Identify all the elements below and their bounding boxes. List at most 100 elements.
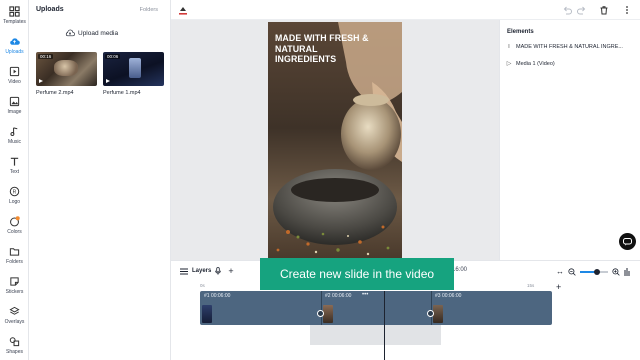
cloud-upload-icon <box>65 29 75 37</box>
music-icon <box>10 127 18 136</box>
image-icon <box>9 96 20 107</box>
clip-separator[interactable] <box>431 291 432 325</box>
trash-icon[interactable] <box>599 5 609 15</box>
cloud-upload-icon <box>10 38 20 45</box>
rail-overlays-label: Overlays <box>4 319 25 325</box>
clip-separator[interactable] <box>321 291 322 325</box>
thumbnail-art <box>54 60 78 76</box>
media-item[interactable]: 00:06 Perfume 1.mp4 <box>103 52 164 96</box>
media-thumbnail: 00:06 <box>103 52 164 86</box>
clip-more-icon[interactable]: ••• <box>362 292 368 298</box>
play-icon <box>106 79 110 83</box>
rail-music-label: Music <box>7 139 22 145</box>
rail-logo-label: Logo <box>8 199 21 205</box>
layers-icon <box>180 268 188 274</box>
video-track[interactable]: #1 00:06:00 #2 00:06:00 ••• #3 00:06:00 <box>200 291 552 325</box>
transition-icon[interactable] <box>317 310 324 317</box>
audio-bars-icon[interactable] <box>624 267 630 276</box>
layers-stack-icon <box>9 306 20 315</box>
rail-text-label: Text <box>9 169 20 175</box>
rail-image-label: Image <box>7 109 22 115</box>
rail-folders-label: Folders <box>6 259 23 265</box>
media-item[interactable]: 00:16 Perfume 2.mp4 <box>36 52 97 96</box>
transition-icon[interactable] <box>427 310 434 317</box>
palette-icon <box>10 216 20 227</box>
rail-video[interactable]: Video <box>0 66 29 85</box>
rail-colors[interactable]: Colors <box>0 216 29 235</box>
upload-media-label: Upload media <box>78 29 119 37</box>
zoom-slider[interactable] <box>580 268 608 275</box>
redo-icon[interactable] <box>577 5 587 15</box>
rail-image[interactable]: Image <box>0 96 29 115</box>
panel-title: Uploads <box>36 6 64 13</box>
ruler-label: 0s <box>200 283 205 288</box>
create-slide-tooltip: Create new slide in the video <box>260 258 454 290</box>
clip-thumbnail <box>202 305 212 323</box>
zoom-control: ↔ <box>556 267 630 276</box>
media-duration: 00:16 <box>38 54 54 59</box>
video-icon <box>9 66 20 77</box>
expand-arrow-icon: ▷ <box>506 61 512 67</box>
svg-text:R: R <box>13 189 17 195</box>
rail-templates[interactable]: Templates <box>0 6 29 25</box>
media-thumbnail: 00:16 <box>36 52 97 86</box>
clip-thumbnail <box>323 305 333 323</box>
clip-label: #1 00:06:00 <box>204 293 231 299</box>
elements-title: Elements <box>507 29 534 35</box>
chat-button[interactable] <box>619 233 636 250</box>
logo-icon: R <box>9 186 20 197</box>
play-icon <box>39 79 43 83</box>
more-vertical-icon[interactable] <box>622 5 632 15</box>
rail-folders[interactable]: Folders <box>0 246 29 265</box>
clip-label: #3 00:06:00 <box>435 293 462 299</box>
rail-stickers[interactable]: Stickers <box>0 276 29 295</box>
upload-media-button[interactable]: Upload media <box>65 28 118 38</box>
rail-logo[interactable]: R Logo <box>0 186 29 205</box>
canvas-area: MADE WITH FRESH & NATURAL INGREDIENTS <box>171 20 499 260</box>
element-row-text[interactable]: T MADE WITH FRESH & NATURAL INGRE... <box>506 44 636 50</box>
text-element-icon: T <box>507 44 511 50</box>
add-clip-icon[interactable]: + <box>556 282 561 292</box>
rail-uploads-label: Uploads <box>5 49 24 55</box>
thumbnail-art <box>129 58 141 78</box>
slide-heading-text[interactable]: MADE WITH FRESH & NATURAL INGREDIENTS <box>275 33 375 65</box>
rail-shapes-label: Shapes <box>6 349 23 355</box>
layers-label: Layers <box>192 268 212 274</box>
add-layer-icon[interactable]: + <box>228 266 233 276</box>
clip-label: #2 00:06:00 <box>325 293 352 299</box>
playhead[interactable] <box>384 291 385 360</box>
media-duration: 00:06 <box>105 54 121 59</box>
sticker-icon <box>10 277 19 286</box>
editor-app: Templates Uploads Video Image Music Text… <box>0 0 640 360</box>
media-name: Perfume 1.mp4 <box>103 90 141 96</box>
folders-tab[interactable]: Folders <box>140 7 158 13</box>
rail-colors-label: Colors <box>7 229 22 235</box>
chat-bubble-icon <box>623 237 632 246</box>
zoom-slider-knob[interactable] <box>593 268 600 275</box>
rail-shapes[interactable]: Shapes <box>0 336 29 355</box>
media-name: Perfume 2.mp4 <box>36 90 74 96</box>
rail-video-label: Video <box>8 79 21 85</box>
zoom-in-icon[interactable] <box>612 267 620 276</box>
microphone-icon[interactable] <box>215 267 222 275</box>
time-readout: 16:00 <box>452 267 468 273</box>
rail-text[interactable]: Text <box>0 156 29 175</box>
element-row-media[interactable]: ▷ Media 1 (Video) <box>506 60 636 68</box>
left-rail: Templates Uploads Video Image Music Text… <box>0 0 29 360</box>
layers-control[interactable]: Layers + <box>180 266 234 276</box>
top-toolbar <box>171 0 640 20</box>
clip-thumbnail <box>433 305 443 323</box>
rail-uploads[interactable]: Uploads <box>0 36 29 55</box>
rail-stickers-label: Stickers <box>5 289 24 295</box>
undo-icon[interactable] <box>562 5 572 15</box>
audio-track-placeholder[interactable] <box>310 325 441 345</box>
video-slide[interactable]: MADE WITH FRESH & NATURAL INGREDIENTS <box>268 22 402 258</box>
rail-templates-label: Templates <box>3 19 26 25</box>
element-label: Media 1 (Video) <box>516 60 555 67</box>
zoom-out-icon[interactable] <box>568 267 576 276</box>
element-label: MADE WITH FRESH & NATURAL INGRE... <box>516 44 623 50</box>
fit-width-icon[interactable]: ↔ <box>556 267 564 276</box>
rail-overlays[interactable]: Overlays <box>0 306 29 325</box>
fill-color-icon[interactable] <box>178 5 188 15</box>
rail-music[interactable]: Music <box>0 126 29 145</box>
